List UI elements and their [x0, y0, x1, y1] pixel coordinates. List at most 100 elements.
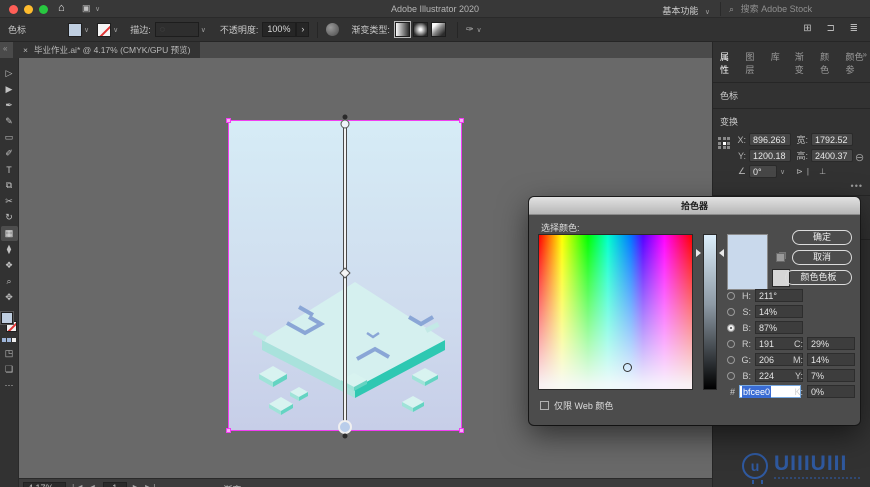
search-icon: ⌕ [729, 4, 735, 14]
recolor-artwork-icon[interactable] [326, 23, 340, 36]
chevron-down-icon[interactable]: ∨ [84, 26, 89, 34]
stroke-weight-input[interactable]: ◌ [154, 22, 199, 37]
gradient-options-icon[interactable]: ✑ [466, 24, 474, 35]
freeform-gradient-button[interactable] [430, 22, 446, 37]
curvature-tool[interactable]: ✎ [1, 114, 18, 129]
s-label: S: [742, 306, 751, 317]
tab-layers[interactable]: 图层 [745, 50, 761, 76]
slider-arrow-left[interactable] [696, 249, 701, 257]
color-none-gradient-row[interactable] [2, 338, 16, 342]
tab-color[interactable]: 颜色 [820, 50, 836, 76]
m-input[interactable]: 14% [807, 353, 855, 366]
width-input[interactable]: 1792.52 [811, 133, 853, 146]
cancel-button[interactable]: 取消 [792, 250, 852, 265]
opacity-more-button[interactable]: › [296, 22, 310, 37]
rotation-input[interactable]: 0° [749, 165, 777, 178]
ok-button[interactable]: 确定 [792, 230, 852, 245]
zoom-level-select[interactable]: 4.17% ∨ [23, 482, 67, 487]
next-last-artboard-icons[interactable]: ▶ ▶| [133, 482, 158, 487]
radial-gradient-button[interactable] [412, 22, 428, 37]
slider-arrow-right[interactable] [719, 249, 724, 257]
artboard-tool[interactable]: ⧉ [1, 178, 18, 193]
panel-collapse-icon[interactable]: » [863, 50, 867, 59]
selection-tool[interactable]: ▷ [1, 66, 18, 81]
pen-tool[interactable]: ✒ [1, 98, 18, 113]
fill-stroke-indicator[interactable] [0, 312, 18, 334]
stroke-color-swatch[interactable] [97, 22, 112, 37]
radio-b-selected[interactable] [727, 323, 735, 332]
paintbrush-tool[interactable]: ✐ [1, 146, 18, 161]
radio-h[interactable] [727, 291, 735, 300]
y-input[interactable]: 1200.18 [749, 149, 791, 162]
selection-handle[interactable] [226, 428, 231, 433]
gradient-annotator[interactable] [332, 114, 358, 440]
divider [456, 21, 458, 38]
close-tab-icon[interactable]: × [23, 45, 28, 55]
chevron-down-icon[interactable]: ∨ [780, 168, 785, 176]
color-swatches-button[interactable]: 颜色色板 [785, 270, 852, 285]
color-field-marker[interactable] [623, 363, 632, 372]
gradient-midpoint[interactable] [339, 267, 351, 279]
tab-gradient[interactable]: 渐变 [795, 50, 811, 76]
toolbar-collapse-icon[interactable]: « [3, 44, 7, 53]
fill-color-swatch[interactable] [68, 22, 83, 37]
reference-point-locator[interactable] [718, 137, 731, 150]
draw-mode-icon[interactable]: ◳ [1, 346, 18, 361]
first-prev-artboard-icons[interactable]: |◀ ◀ [72, 482, 97, 487]
chevron-down-icon[interactable]: ∨ [201, 26, 206, 34]
selection-handle[interactable] [459, 118, 464, 123]
radio-s[interactable] [727, 307, 735, 316]
gradient-end-dot[interactable] [342, 433, 348, 439]
document-tab[interactable]: × 毕业作业.ai* @ 4.17% (CMYK/GPU 预览) [13, 42, 201, 58]
rectangle-tool[interactable]: ▭ [1, 130, 18, 145]
color-field[interactable] [538, 234, 693, 390]
hand-tool[interactable]: ✥ [1, 290, 18, 305]
chevron-down-icon[interactable]: ∨ [113, 26, 118, 34]
fill-proxy[interactable] [0, 312, 13, 324]
h-input[interactable]: 211° [755, 289, 803, 302]
yellow-input[interactable]: 7% [807, 369, 855, 382]
gradient-tool[interactable]: ▦ [0, 226, 18, 241]
c-input[interactable]: 29% [807, 337, 855, 350]
linear-gradient-button[interactable] [393, 21, 411, 38]
b-input[interactable]: 87% [755, 321, 803, 334]
opacity-input[interactable]: 100% [262, 22, 297, 37]
document-tab-bar: × 毕业作业.ai* @ 4.17% (CMYK/GPU 预览) [0, 42, 712, 58]
more-options-icon[interactable]: ••• [720, 181, 863, 191]
web-safe-cube-icon[interactable] [776, 253, 785, 262]
screen-mode-icon[interactable]: ❏ [1, 362, 18, 377]
current-tool-label: 渐变 [223, 482, 241, 487]
b-label: B: [742, 322, 751, 333]
direct-selection-tool[interactable]: ▶ [1, 82, 18, 97]
rotate-tool[interactable]: ↻ [1, 210, 18, 225]
gradient-origin-dot[interactable] [342, 114, 348, 120]
dialog-title[interactable]: 拾色器 [529, 197, 860, 215]
blend-tool[interactable]: ❖ [1, 258, 18, 273]
eyedropper-tool[interactable]: ⧫ [1, 242, 18, 257]
artboard-number-input[interactable]: 1 [102, 482, 127, 487]
tab-libraries[interactable]: 库 [771, 50, 780, 76]
scissors-tool[interactable]: ✂ [1, 194, 18, 209]
stock-search-input[interactable]: ⌕ 搜索 Adobe Stock [720, 2, 866, 16]
selection-handle[interactable] [226, 118, 231, 123]
web-only-checkbox[interactable] [540, 401, 549, 410]
edit-toolbar-icon[interactable]: ⋯ [1, 378, 18, 393]
type-tool[interactable]: T [1, 162, 18, 177]
s-input[interactable]: 14% [755, 305, 803, 318]
x-input[interactable]: 896.263 [749, 133, 791, 146]
gradient-end-stop[interactable] [338, 420, 352, 434]
k-input[interactable]: 0% [807, 385, 855, 398]
workspace-switcher[interactable]: 基本功能 ∨ [662, 4, 710, 17]
selection-handle[interactable] [459, 428, 464, 433]
flip-horizontal-vertical-icons[interactable]: ⊳| ⊥ [796, 167, 830, 176]
chevron-down-icon[interactable]: ∨ [476, 26, 481, 34]
gradient-start-stop[interactable] [340, 119, 350, 129]
appbar-right-icons[interactable]: ⊞ ⊐ ≣ [803, 23, 864, 34]
tab-properties[interactable]: 属性 [720, 50, 736, 76]
height-input[interactable]: 2400.37 [811, 149, 853, 162]
radio-r[interactable] [727, 339, 735, 348]
radio-g[interactable] [727, 355, 735, 364]
radio-blue[interactable] [727, 371, 735, 380]
zoom-tool[interactable]: ⌕ [1, 274, 18, 289]
brightness-slider[interactable] [703, 234, 717, 390]
